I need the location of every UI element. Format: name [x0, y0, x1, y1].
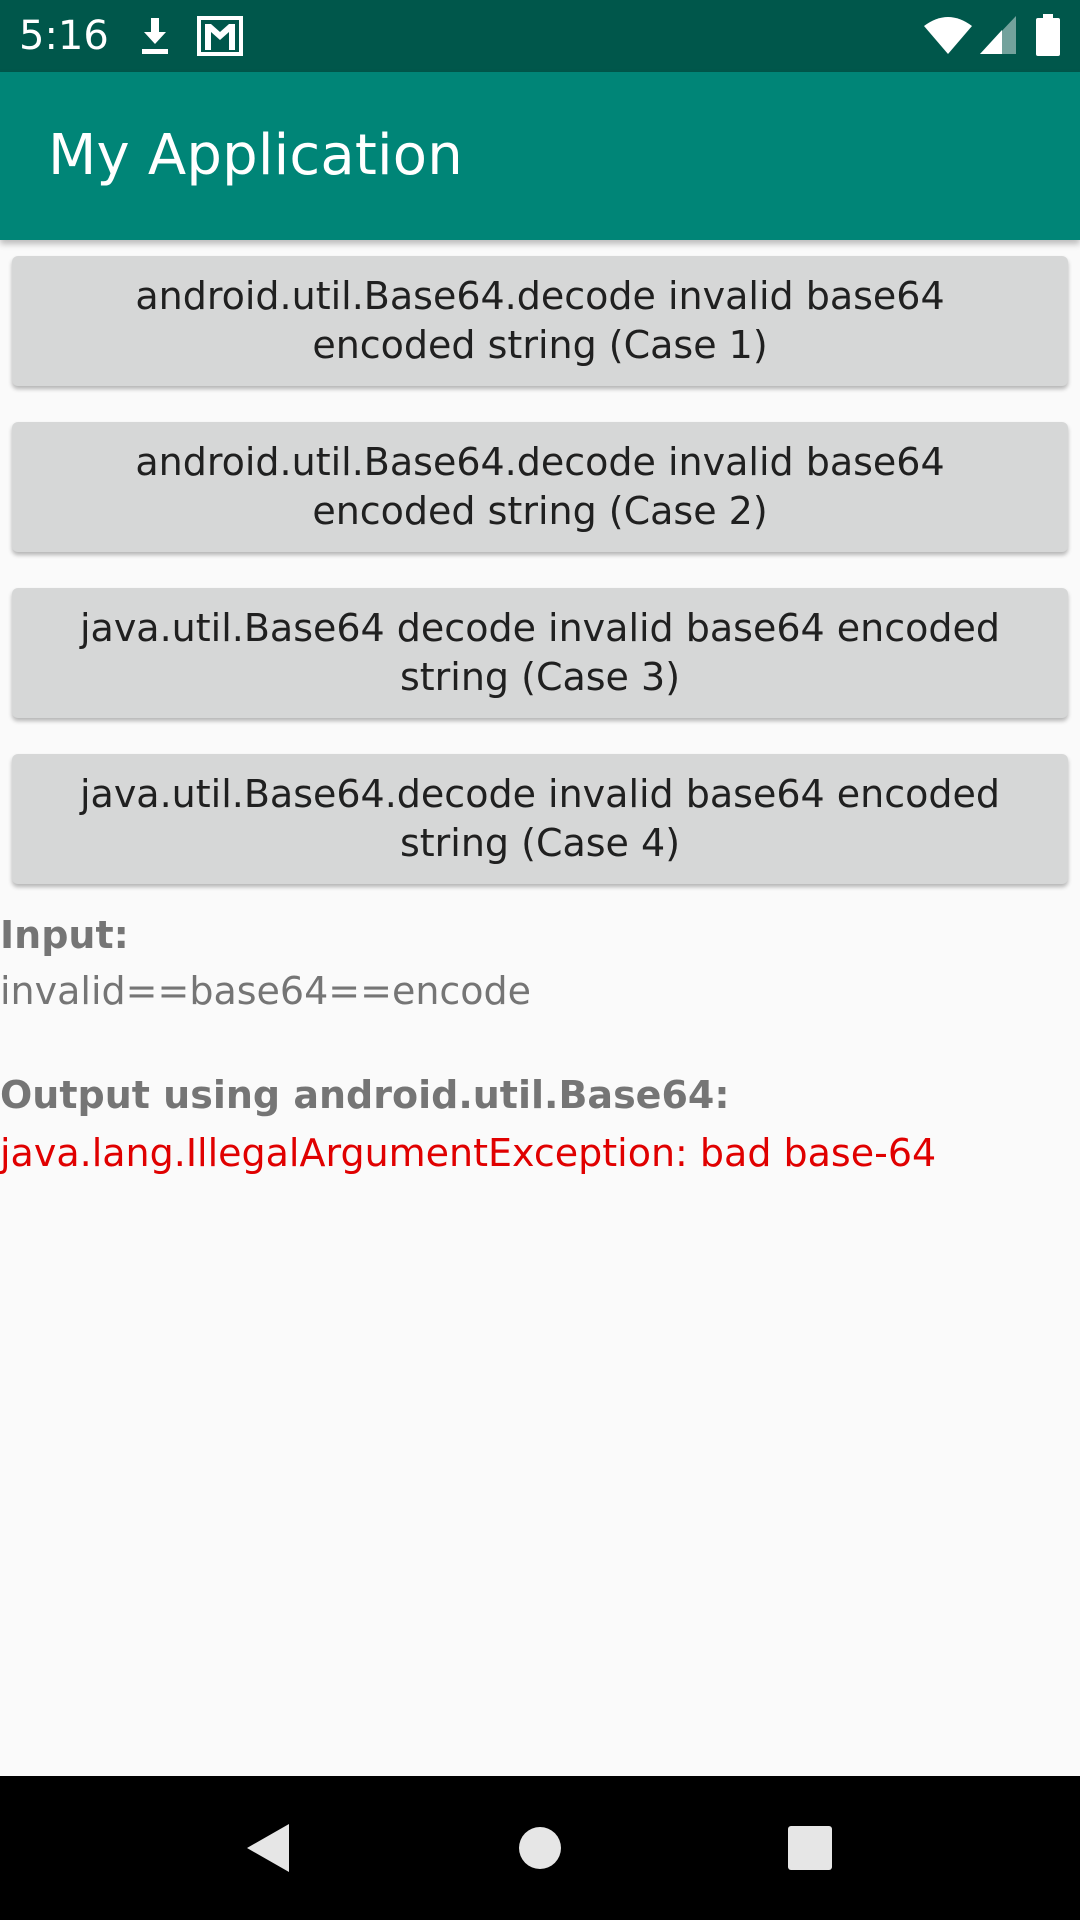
app-title: My Application [48, 123, 463, 188]
gmail-icon [197, 16, 243, 56]
back-icon[interactable] [188, 1776, 348, 1920]
output-label: Output using android.util.Base64: [0, 1073, 730, 1117]
input-value: invalid==base64==encode [0, 969, 532, 1013]
status-bar: 5:16 [0, 0, 1080, 72]
home-icon[interactable] [460, 1776, 620, 1920]
screen: 5:16 My Application android.util.Base64.… [0, 0, 1080, 1920]
battery-icon [1036, 14, 1060, 56]
decode-case-4-button[interactable]: java.util.Base64.decode invalid base64 e… [12, 754, 1068, 884]
decode-case-2-button[interactable]: android.util.Base64.decode invalid base6… [12, 422, 1068, 552]
app-bar: My Application [0, 72, 1080, 240]
wifi-icon [924, 16, 972, 54]
signal-icon [980, 16, 1016, 54]
download-icon [138, 18, 172, 56]
navigation-bar [0, 1776, 1080, 1920]
decode-case-3-button[interactable]: java.util.Base64 decode invalid base64 e… [12, 588, 1068, 718]
status-time: 5:16 [19, 13, 109, 59]
input-label: Input: [0, 913, 129, 957]
recents-icon[interactable] [730, 1776, 890, 1920]
decode-case-1-button[interactable]: android.util.Base64.decode invalid base6… [12, 256, 1068, 386]
output-value: java.lang.IllegalArgumentException: bad … [0, 1131, 937, 1175]
